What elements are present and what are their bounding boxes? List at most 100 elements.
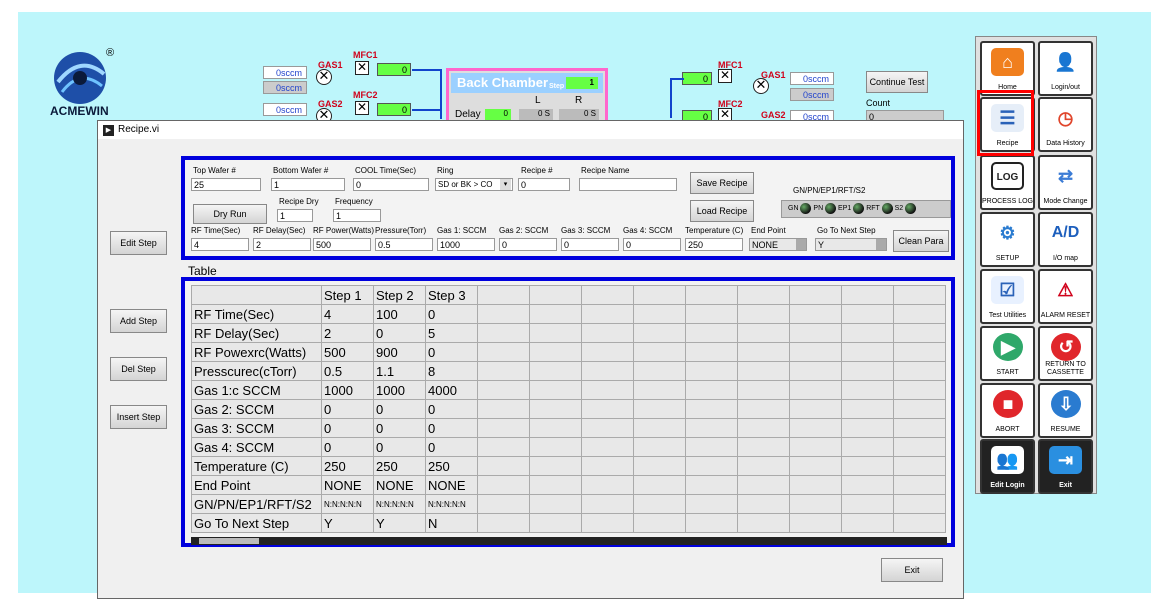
start-button[interactable]: ▶ START — [980, 326, 1035, 381]
table-cell[interactable]: 4 — [321, 304, 374, 324]
horizontal-scrollbar[interactable] — [191, 537, 947, 545]
table-row[interactable]: Gas 3: SCCM 0 0 0 — [191, 418, 946, 438]
gas4-field[interactable]: 0 — [623, 238, 681, 251]
valve-icon[interactable]: ✕ — [316, 69, 332, 85]
alarm-reset-button[interactable]: ⚠ ALARM RESET — [1038, 269, 1093, 324]
top-wafer-field[interactable]: 25 — [191, 178, 261, 191]
next-step-select[interactable]: Y — [815, 238, 887, 251]
table-row[interactable]: Presscurec(cTorr) 0.5 1.1 8 — [191, 361, 946, 381]
table-cell[interactable]: 2 — [321, 323, 374, 343]
table-row[interactable]: Gas 1:c SCCM 1000 1000 4000 — [191, 380, 946, 400]
end-point-select[interactable]: NONE — [749, 238, 807, 251]
table-cell[interactable]: N — [425, 513, 478, 533]
recipe-dry-field[interactable]: 1 — [277, 209, 313, 222]
table-cell[interactable]: 0 — [425, 418, 478, 438]
table-cell[interactable]: 1000 — [321, 380, 374, 400]
recipe-name-field[interactable] — [579, 178, 677, 191]
table-cell[interactable]: 900 — [373, 342, 426, 362]
table-cell[interactable]: 250 — [425, 456, 478, 476]
clean-para-button[interactable]: Clean Para — [893, 230, 949, 252]
temperature-field[interactable]: 250 — [685, 238, 743, 251]
table-cell[interactable]: 0 — [425, 304, 478, 324]
table-row[interactable]: RF Powexrc(Watts) 500 900 0 — [191, 342, 946, 362]
add-step-button[interactable]: Add Step — [110, 309, 167, 333]
setup-button[interactable]: ⚙ SETUP — [980, 212, 1035, 267]
table-cell[interactable]: N:N:N:N:N — [373, 494, 426, 514]
table-cell[interactable]: 500 — [321, 342, 374, 362]
table-row[interactable]: Temperature (C) 250 250 250 — [191, 456, 946, 476]
table-row[interactable]: Go To Next Step Y Y N — [191, 513, 946, 533]
exit-button[interactable]: Exit — [881, 558, 943, 582]
table-cell[interactable]: 8 — [425, 361, 478, 381]
gas1-field[interactable]: 1000 — [437, 238, 495, 251]
valve-icon[interactable]: ✕ — [753, 78, 769, 94]
continue-test-button[interactable]: Continue Test — [866, 71, 928, 93]
recipe-no-field[interactable]: 0 — [518, 178, 570, 191]
table-cell[interactable]: 0 — [321, 418, 374, 438]
io-map-button[interactable]: A/D I/O map — [1038, 212, 1093, 267]
table-cell[interactable]: 5 — [425, 323, 478, 343]
frequency-field[interactable]: 1 — [333, 209, 381, 222]
table-cell[interactable]: 1000 — [373, 380, 426, 400]
save-recipe-button[interactable]: Save Recipe — [690, 172, 754, 194]
test-utilities-button[interactable]: ☑ Test Utilities — [980, 269, 1035, 324]
table-cell[interactable]: Y — [373, 513, 426, 533]
cool-time-field[interactable]: 0 — [353, 178, 429, 191]
table-cell[interactable]: 0 — [321, 437, 374, 457]
table-cell[interactable]: 250 — [321, 456, 374, 476]
table-cell[interactable]: NONE — [321, 475, 374, 495]
gas2-field[interactable]: 0 — [499, 238, 557, 251]
scroll-thumb[interactable] — [199, 538, 259, 544]
table-cell[interactable]: 250 — [373, 456, 426, 476]
edit-login-button[interactable]: 👥 Edit Login — [980, 439, 1035, 494]
table-cell[interactable]: N:N:N:N:N — [425, 494, 478, 514]
insert-step-button[interactable]: Insert Step — [110, 405, 167, 429]
gas3-field[interactable]: 0 — [561, 238, 619, 251]
table-cell[interactable]: 0 — [373, 437, 426, 457]
abort-button[interactable]: ■ ABORT — [980, 383, 1035, 438]
table-row[interactable]: End Point NONE NONE NONE — [191, 475, 946, 495]
table-cell[interactable]: 4000 — [425, 380, 478, 400]
rf-power-field[interactable]: 500 — [313, 238, 371, 251]
table-cell[interactable]: 1.1 — [373, 361, 426, 381]
table-row[interactable]: GN/PN/EP1/RFT/S2 N:N:N:N:N N:N:N:N:N N:N:N:… — [191, 494, 946, 514]
table-row[interactable]: Gas 4: SCCM 0 0 0 — [191, 437, 946, 457]
mode-change-button[interactable]: ⇄ Mode Change — [1038, 155, 1093, 210]
rf-delay-field[interactable]: 2 — [253, 238, 311, 251]
table-cell[interactable]: 0 — [425, 342, 478, 362]
recipe-table[interactable]: Step 1 Step 2 Step 3 RF Time(Sec) 4 100 0 RF… — [191, 285, 946, 533]
chevron-down-icon[interactable] — [796, 239, 806, 250]
pressure-field[interactable]: 0.5 — [375, 238, 433, 251]
del-step-button[interactable]: Del Step — [110, 357, 167, 381]
table-cell[interactable]: 0 — [373, 399, 426, 419]
dry-run-button[interactable]: Dry Run — [193, 204, 267, 224]
table-cell[interactable]: N:N:N:N:N — [321, 494, 374, 514]
exit-nav-button[interactable]: ⇥ Exit — [1038, 439, 1093, 494]
chevron-down-icon[interactable]: ▾ — [500, 179, 511, 190]
edit-step-button[interactable]: Edit Step — [110, 231, 167, 255]
table-cell[interactable]: 0 — [425, 399, 478, 419]
return-to-cassette-button[interactable]: ↺ RETURN TO CASSETTE — [1038, 326, 1093, 381]
ring-select[interactable]: SD or BK > CO ▾ — [435, 178, 513, 191]
table-cell[interactable]: Y — [321, 513, 374, 533]
table-cell[interactable]: 0.5 — [321, 361, 374, 381]
table-cell[interactable]: 0 — [373, 418, 426, 438]
table-cell[interactable]: 0 — [373, 323, 426, 343]
table-cell[interactable]: 100 — [373, 304, 426, 324]
table-cell[interactable]: NONE — [425, 475, 478, 495]
table-cell[interactable]: 0 — [425, 437, 478, 457]
table-cell[interactable]: 0 — [321, 399, 374, 419]
data-history-button[interactable]: ◷ Data History — [1038, 97, 1093, 152]
home-button[interactable]: ⌂ Home — [980, 41, 1035, 96]
login-button[interactable]: 👤 Login/out — [1038, 41, 1093, 96]
table-cell[interactable]: NONE — [373, 475, 426, 495]
table-row[interactable]: RF Time(Sec) 4 100 0 — [191, 304, 946, 324]
load-recipe-button[interactable]: Load Recipe — [690, 200, 754, 222]
process-log-button[interactable]: LOG PROCESS LOG — [980, 155, 1035, 210]
table-row[interactable]: Gas 2: SCCM 0 0 0 — [191, 399, 946, 419]
resume-button[interactable]: ⇩ RESUME — [1038, 383, 1093, 438]
bottom-wafer-field[interactable]: 1 — [271, 178, 345, 191]
chevron-down-icon[interactable] — [876, 239, 886, 250]
table-row[interactable]: RF Delay(Sec) 2 0 5 — [191, 323, 946, 343]
rf-time-field[interactable]: 4 — [191, 238, 249, 251]
